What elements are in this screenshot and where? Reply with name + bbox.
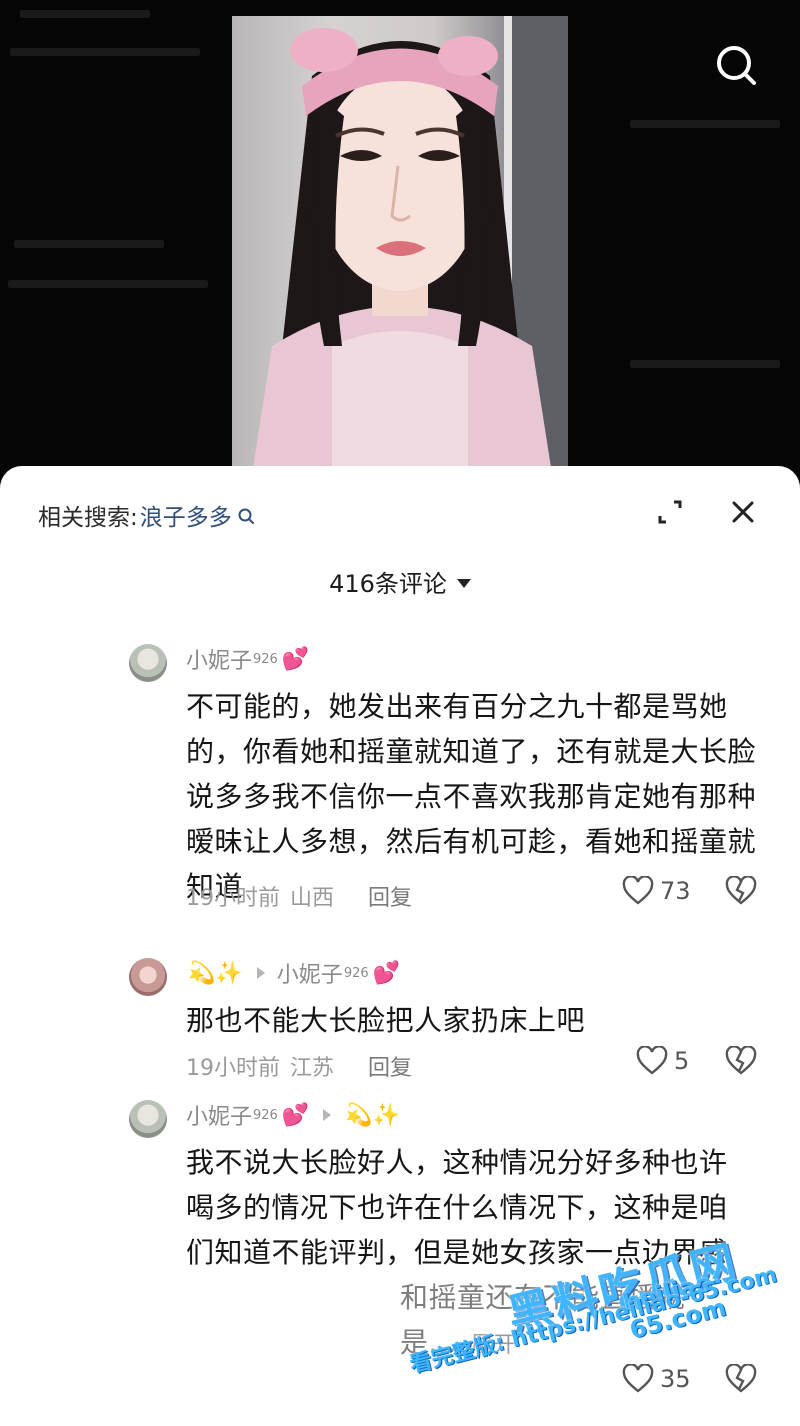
- background-text: [20, 10, 150, 18]
- comment-text: 那也不能大长脸把人家扔床上吧: [186, 1004, 586, 1037]
- username-sup: 926: [253, 651, 278, 667]
- dislike-button[interactable]: [724, 875, 758, 910]
- dislike-button[interactable]: [724, 1045, 758, 1080]
- reply-button[interactable]: 回复: [368, 1050, 412, 1082]
- comment-text-line: 我不说大长脸好人，这种情况分好多种也许: [186, 1146, 728, 1179]
- search-icon: [238, 508, 254, 524]
- reply-arrow-icon: [323, 1109, 332, 1121]
- comment-time: 19小时前: [186, 886, 280, 911]
- username-sup: 926: [253, 1107, 278, 1123]
- heart-emoji-icon: 💕: [372, 960, 401, 986]
- like-count: 73: [660, 877, 691, 905]
- expand-icon: [658, 500, 682, 524]
- video-area[interactable]: [0, 0, 800, 480]
- comment-text: 我不说大长脸好人，这种情况分好多种也许 喝多的情况下也许在什么情况下，这种是咱 …: [186, 1140, 766, 1368]
- dislike-button[interactable]: [724, 1363, 758, 1398]
- comment-username[interactable]: 小妮子 926 💕 💫✨: [186, 1098, 400, 1132]
- reply-to-username: 小妮子: [276, 963, 343, 988]
- broken-heart-icon: [725, 1363, 757, 1393]
- background-text: [8, 280, 208, 288]
- comment-count-dropdown[interactable]: 416条评论: [0, 564, 800, 599]
- avatar[interactable]: [129, 1100, 167, 1138]
- comment-time: 19小时前: [186, 1056, 280, 1081]
- comment-location: 山西: [290, 886, 335, 911]
- comment-text-tail: 是...: [400, 1326, 457, 1359]
- close-button[interactable]: [727, 496, 759, 528]
- like-button[interactable]: 35: [622, 1364, 691, 1394]
- heart-icon: [622, 1364, 654, 1393]
- related-search-keyword[interactable]: 浪子多多: [140, 498, 232, 532]
- comment-username[interactable]: 💫✨ 小妮子 926 💕: [186, 956, 400, 990]
- comment-meta: 19小时前 江苏 回复: [186, 1050, 412, 1082]
- video-frame[interactable]: [232, 16, 568, 474]
- broken-heart-icon: [725, 875, 757, 905]
- heart-icon: [636, 1046, 668, 1075]
- background-text: [10, 48, 200, 56]
- heart-emoji-icon: 💕: [281, 1102, 310, 1128]
- reply-button[interactable]: 回复: [368, 880, 412, 912]
- username-text: 小妮子: [186, 1105, 253, 1130]
- comment-username[interactable]: 小妮子 926 💕: [186, 642, 309, 676]
- heart-icon: [622, 876, 654, 905]
- comment-count: 416条评论: [329, 570, 447, 598]
- comment-location: 江苏: [290, 1056, 335, 1081]
- related-search[interactable]: 相关搜索: 浪子多多: [38, 498, 255, 532]
- search-button[interactable]: [710, 40, 762, 92]
- reply-arrow-icon: [256, 967, 265, 979]
- sparkle-emoji-icon: 💫✨: [188, 960, 243, 986]
- related-search-label: 相关搜索:: [38, 505, 138, 531]
- search-icon: [717, 46, 756, 85]
- like-button[interactable]: 5: [636, 1046, 689, 1076]
- comment-text-line: 和摇童还有不能直播就: [400, 1281, 686, 1314]
- username-text: 小妮子: [186, 649, 253, 674]
- avatar[interactable]: [129, 958, 167, 996]
- like-count: 35: [660, 1365, 691, 1393]
- like-count: 5: [674, 1047, 690, 1075]
- dropdown-caret-icon: [456, 579, 471, 588]
- heart-emoji-icon: 💕: [281, 646, 310, 672]
- comment-text-line: 喝多的情况下也许在什么情况下，这种是咱: [186, 1191, 728, 1224]
- comment-text-line: 是... 展开: [186, 1320, 766, 1368]
- broken-heart-icon: [725, 1045, 757, 1075]
- sparkle-emoji-icon: 💫✨: [345, 1102, 401, 1128]
- like-button[interactable]: 73: [622, 876, 691, 906]
- expand-button[interactable]: [654, 496, 686, 528]
- background-text: [630, 360, 780, 368]
- background-text: [630, 120, 780, 128]
- comment-text-line: 们知道不能评判，但是她女孩家一点边界感: [186, 1236, 728, 1269]
- avatar[interactable]: [129, 644, 167, 682]
- username-sup: 926: [343, 965, 369, 981]
- expand-comment-button[interactable]: 展开: [471, 1333, 516, 1358]
- comments-sheet: 相关搜索: 浪子多多 416条评论 小妮子 926 💕 不可能的，她发出来有百分…: [0, 466, 800, 1426]
- close-icon: [732, 501, 754, 523]
- comment-meta: 19小时前 山西 回复: [186, 880, 412, 912]
- video-person-image: [252, 16, 568, 474]
- background-text: [14, 240, 164, 248]
